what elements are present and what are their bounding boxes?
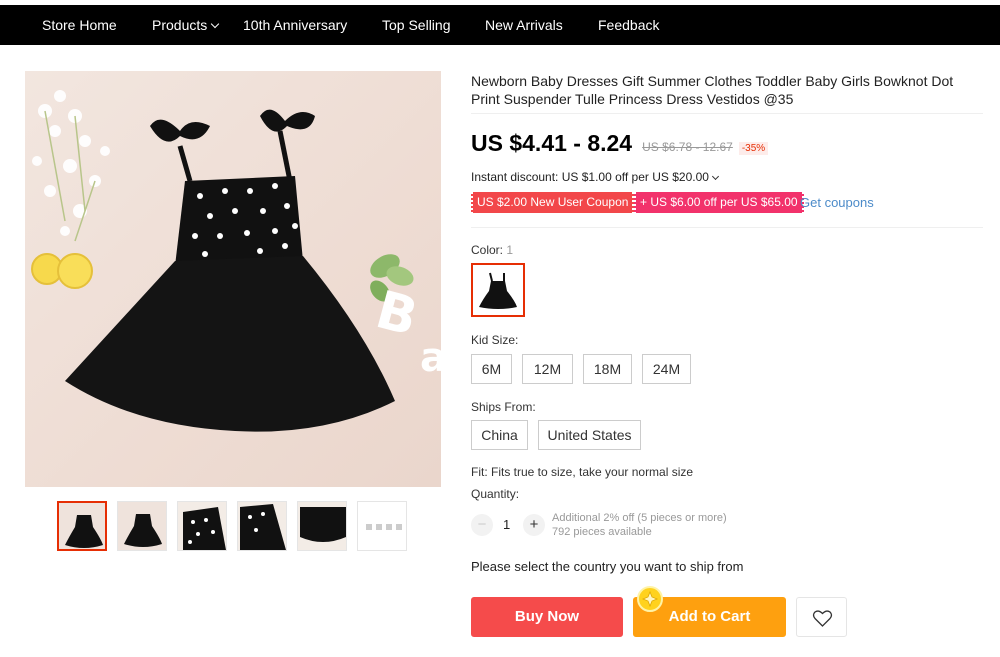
- fit-note: Fit: Fits true to size, take your normal…: [471, 465, 694, 479]
- new-user-coupon[interactable]: US $2.00 New User Coupon: [471, 192, 635, 213]
- color-count: 1: [506, 243, 514, 257]
- product-title: Newborn Baby Dresses Gift Summer Clothes…: [471, 73, 954, 107]
- main-product-image[interactable]: B a: [25, 71, 441, 487]
- size-6m[interactable]: 6M: [471, 354, 512, 384]
- quantity-label: Quantity:: [471, 487, 520, 501]
- thumbnail-4[interactable]: [237, 501, 287, 551]
- heart-icon: [812, 610, 833, 627]
- chevron-down-icon: [711, 172, 719, 181]
- thumbnail-1[interactable]: [57, 501, 107, 551]
- instant-discount[interactable]: Instant discount: US $1.00 off per US $2…: [471, 170, 719, 184]
- chevron-down-icon: [211, 19, 220, 29]
- thumbnail-6[interactable]: [357, 501, 407, 551]
- nav-products-label: Products: [152, 17, 208, 33]
- store-coupon[interactable]: + US $6.00 off per US $65.00: [634, 192, 804, 213]
- ships-from-china[interactable]: China: [471, 420, 528, 450]
- quantity-value[interactable]: 1: [503, 517, 510, 532]
- divider: [471, 113, 983, 114]
- color-swatch-black[interactable]: [471, 263, 525, 317]
- nav-new-arrivals[interactable]: New Arrivals: [485, 17, 563, 33]
- nav-feedback[interactable]: Feedback: [598, 17, 659, 33]
- coin-badge-icon: [637, 586, 663, 612]
- dress-illustration: B a: [31, 90, 441, 432]
- nav-products[interactable]: Products: [152, 17, 220, 33]
- size-24m[interactable]: 24M: [642, 354, 691, 384]
- size-12m[interactable]: 12M: [522, 354, 573, 384]
- color-label: Color: 1: [471, 243, 513, 257]
- kid-size-label: Kid Size:: [471, 333, 519, 347]
- color-label-text: Color:: [471, 243, 504, 257]
- ships-from-label: Ships From:: [471, 400, 536, 414]
- thumbnail-5[interactable]: [297, 501, 347, 551]
- bulk-discount-note: Additional 2% off (5 pieces or more): [552, 512, 727, 524]
- price-row: US $4.41 - 8.24 US $6.78 - 12.67 -35%: [471, 130, 769, 157]
- current-price: US $4.41 - 8.24: [471, 130, 633, 156]
- nav-top-selling[interactable]: Top Selling: [382, 17, 451, 33]
- divider: [471, 227, 983, 228]
- get-coupons-link[interactable]: Get coupons: [800, 195, 874, 210]
- original-price: US $6.78 - 12.67: [642, 140, 733, 154]
- thumbnail-2[interactable]: [117, 501, 167, 551]
- nav-10th-anniversary[interactable]: 10th Anniversary: [243, 17, 347, 33]
- size-18m[interactable]: 18M: [583, 354, 632, 384]
- buy-now-button[interactable]: Buy Now: [471, 597, 623, 637]
- store-nav-bar: Store Home Products 10th Anniversary Top…: [0, 5, 1000, 45]
- quantity-note: Additional 2% off (5 pieces or more) 792…: [552, 511, 727, 539]
- wishlist-button[interactable]: [796, 597, 847, 637]
- discount-badge: -35%: [738, 142, 769, 155]
- quantity-decrease-button[interactable]: −: [471, 514, 493, 536]
- ships-from-united-states[interactable]: United States: [538, 420, 641, 450]
- instant-discount-text: Instant discount: US $1.00 off per US $2…: [471, 170, 709, 184]
- svg-text:a: a: [420, 335, 441, 381]
- shipping-prompt: Please select the country you want to sh…: [471, 559, 744, 574]
- thumbnail-3[interactable]: [177, 501, 227, 551]
- quantity-increase-button[interactable]: +: [523, 514, 545, 536]
- nav-store-home[interactable]: Store Home: [42, 17, 117, 33]
- stock-available: 792 pieces available: [552, 526, 652, 538]
